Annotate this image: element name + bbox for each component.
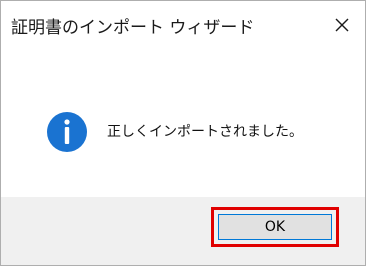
title-bar[interactable]: 証明書のインポート ウィザード xyxy=(1,1,365,47)
info-icon xyxy=(47,112,87,152)
button-bar: OK xyxy=(1,197,365,265)
message-dialog: 証明書のインポート ウィザード 正しくインポートされました。 OK xyxy=(0,0,366,266)
message-area: 正しくインポートされました。 xyxy=(1,47,365,197)
close-icon xyxy=(335,18,349,32)
annotation-highlight-box: OK xyxy=(211,207,339,247)
close-button[interactable] xyxy=(325,9,359,39)
message-text: 正しくインポートされました。 xyxy=(107,124,303,140)
ok-button[interactable]: OK xyxy=(218,214,332,240)
dialog-title: 証明書のインポート ウィザード xyxy=(11,18,255,38)
